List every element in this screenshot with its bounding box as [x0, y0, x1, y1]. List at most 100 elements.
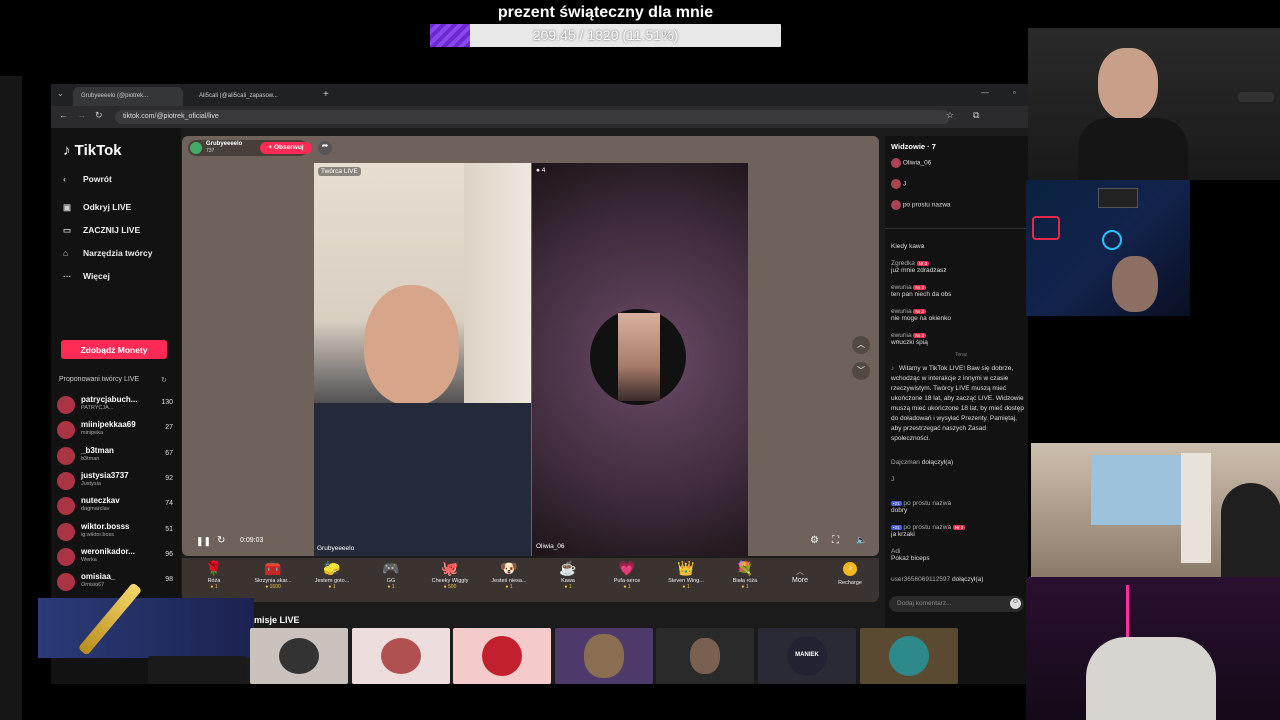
gift-item[interactable]: 👑 Steven Wing... ● 1 [658, 560, 714, 590]
gift-price: ● 1 [387, 584, 395, 590]
system-time-label: Teraz [955, 352, 968, 358]
creator-subtitle: dagmarclav [81, 506, 110, 513]
chevron-down-icon[interactable]: ﹀ [852, 362, 870, 380]
creator-tag: Twórca LIVE [318, 167, 361, 176]
url-field[interactable]: tiktok.com/@piotrek_oficial/live [115, 110, 950, 124]
live-thumbnail[interactable]: MANIEK [758, 628, 856, 684]
reload-icon[interactable]: ↻ [95, 110, 103, 121]
minimize-icon[interactable]: — [981, 88, 989, 97]
viewer-count: 27 [165, 424, 173, 432]
goal-progress-bar: 209.45 / 1820 (11.51%) [430, 24, 781, 47]
tab-label: Ali5cali (@ali5cali_zapasow... [199, 93, 278, 99]
suggested-creator[interactable]: patrycjabuch... PATRYCJA... 130 [57, 394, 173, 419]
tab-label: Grubyeeeelo (@piotrek... [81, 93, 149, 99]
viewer-item[interactable]: po prostu nazwa [891, 200, 1031, 210]
fullscreen-icon[interactable]: ⛶ [832, 535, 839, 546]
live-thumbnail[interactable] [352, 628, 450, 684]
maximize-icon[interactable]: ▫ [1013, 88, 1016, 97]
gift-item[interactable]: 💐 Biała róża ● 1 [717, 560, 773, 590]
get-coins-button[interactable]: Zdobądź Monety [61, 340, 167, 359]
guest-avatar [590, 309, 686, 405]
avatar [57, 421, 75, 440]
stream-time: 0:09:03 [240, 537, 264, 544]
gift-price: ● 1 [682, 584, 690, 590]
host-badge[interactable]: Grubyeeeelo 737 + Obserwuj [188, 140, 312, 156]
recharge-button[interactable]: ♪ Recharge [827, 562, 873, 586]
pause-icon[interactable]: ❚❚ [196, 536, 211, 547]
suggested-creators-title: Proponowani twórcy LIVE [59, 376, 140, 383]
webcam-third [1031, 443, 1280, 577]
gift-price: ● 1 [505, 584, 513, 590]
nav-creator-tools[interactable]: ⌂ Narzędzia twórcy [63, 248, 152, 258]
live-thumbnail[interactable] [148, 656, 246, 684]
tab-menu-icon[interactable]: ⌄ [57, 89, 64, 98]
volume-icon[interactable]: 🔈 [856, 535, 867, 546]
gift-item[interactable]: 🎮 GG ● 1 [363, 560, 419, 590]
creator-name: weronikador... [81, 546, 135, 556]
extensions-icon[interactable]: ⧉ [973, 110, 979, 121]
tab-inactive[interactable]: Ali5cali (@ali5cali_zapasow... [191, 87, 316, 106]
viewer-count: 51 [165, 525, 173, 533]
suggested-creator[interactable]: weronikador... Werka 96 [57, 546, 173, 571]
suggested-creator[interactable]: justysia3737 Justysia 92 [57, 470, 173, 495]
bookmark-star-icon[interactable]: ☆ [946, 110, 954, 121]
person-shirt [314, 403, 531, 556]
tab-active[interactable]: Grubyeeeelo (@piotrek... [73, 87, 183, 106]
nav-discover-live[interactable]: ▣ Odkryj LIVE [63, 202, 131, 213]
emoji-icon[interactable]: ☺ [1010, 598, 1021, 609]
comment-input[interactable]: Dodaj komentarz... ☺ [889, 596, 1024, 612]
back-link[interactable]: ‹ Powrót [63, 174, 112, 184]
recharge-label: Recharge [838, 580, 862, 586]
viewer-count: 130 [161, 399, 173, 406]
tv-icon: ▣ [63, 202, 72, 212]
nav-start-live[interactable]: ▭ ZACZNIJ LIVE [63, 225, 140, 236]
suggested-creator[interactable]: _b3tman b3tman 67 [57, 445, 173, 470]
live-thumbnail[interactable] [250, 628, 348, 684]
refresh-icon[interactable]: ↻ [161, 376, 167, 384]
viewer-item[interactable]: J [891, 179, 1031, 189]
tiktok-logo[interactable]: ♪ TikTok [63, 142, 122, 159]
gift-item[interactable]: 💗 Pufa-serce ● 1 [599, 560, 655, 590]
neon-shape-icon [1102, 230, 1122, 250]
suggested-creator[interactable]: omisiaa_ Omisio67 98 [57, 571, 173, 596]
nav-more[interactable]: ··· Więcej [63, 271, 110, 281]
forward-arrow-icon[interactable]: → [77, 110, 86, 120]
share-icon[interactable]: ➦ [318, 141, 332, 155]
creator-subtitle: minipeka [81, 430, 104, 437]
suggested-creator[interactable]: wiktor.bosss ig:wiktor.boss 51 [57, 521, 173, 546]
more-gifts-button[interactable]: ︿ More [786, 566, 814, 584]
gift-item[interactable]: 🌹 Róża ● 1 [186, 560, 242, 590]
back-icon: ‹ [63, 174, 66, 184]
new-tab-icon[interactable]: + [323, 89, 329, 100]
skin-overlay [38, 582, 254, 658]
follow-button[interactable]: + Obserwuj [260, 142, 312, 154]
home-icon: ⌂ [63, 248, 69, 258]
gift-item[interactable]: 🐙 Cheeky Wiggly ● 500 [422, 560, 478, 590]
gift-item[interactable]: 🧽 Jestem goto... ● 1 [304, 560, 360, 590]
viewer-item[interactable]: Oliwia_06 [891, 158, 1031, 168]
suggested-creator[interactable]: nuteczkav dagmarclav 74 [57, 495, 173, 520]
live-thumbnail[interactable] [555, 628, 653, 684]
live-thumbnail[interactable] [453, 628, 551, 684]
gift-item[interactable]: 🐶 Jesteś niesa... ● 1 [481, 560, 537, 590]
creator-name: _b3tman [81, 445, 114, 455]
live-thumbnail[interactable] [656, 628, 754, 684]
microphone-icon [1238, 92, 1274, 102]
gift-item[interactable]: ☕ Kawa ● 1 [540, 560, 596, 590]
refresh-stream-icon[interactable]: ↻ [217, 535, 225, 546]
viewer-count: 92 [165, 474, 173, 482]
person-face [364, 285, 459, 405]
back-arrow-icon[interactable]: ← [59, 110, 68, 120]
avatar [891, 158, 901, 168]
gift-item[interactable]: 🧰 Skrzynia skar... ● 1600 [245, 560, 301, 590]
suggested-creator[interactable]: miinipekkaa69 minipeka 27 [57, 419, 173, 444]
chevron-up-icon[interactable]: ︿ [852, 336, 870, 354]
address-bar: ← → ↻ tiktok.com/@piotrek_oficial/live ☆… [51, 106, 1028, 128]
live-thumbnail[interactable] [860, 628, 958, 684]
background-app-strip [0, 76, 22, 720]
avatar [57, 497, 75, 516]
settings-gear-icon[interactable]: ⚙ [810, 535, 819, 546]
creator-subtitle: ig:wiktor.boss [81, 531, 115, 538]
avatar [57, 547, 75, 566]
chevron-up-icon: ︿ [796, 567, 804, 576]
